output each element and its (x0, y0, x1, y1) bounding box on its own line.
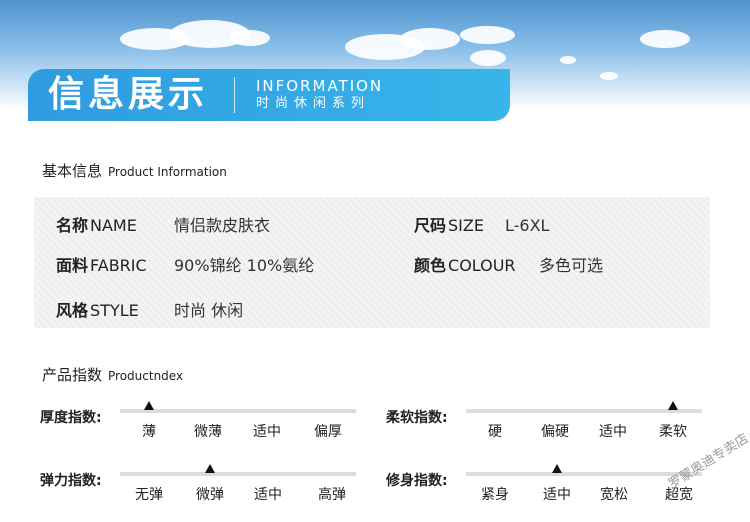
index-option: 薄 (142, 424, 156, 440)
banner-title: 信息展示 (48, 74, 209, 115)
index-option: 偏厚 (314, 424, 342, 440)
index-option: 适中 (599, 424, 627, 440)
basic-info-title-cn: 基本信息 (42, 162, 103, 180)
index-option: 偏硬 (541, 424, 569, 440)
cloud-decoration (640, 30, 690, 48)
index-option: 微薄 (194, 424, 222, 440)
index-scale-bar (120, 409, 356, 413)
cloud-decoration (230, 30, 270, 46)
index-marker-icon (205, 464, 215, 473)
index-scale-bar (466, 409, 702, 413)
name-value: 情侣款皮肤衣 (174, 216, 271, 235)
index-option: 适中 (254, 487, 282, 503)
product-index-title: 产品指数 Productndex (42, 364, 183, 385)
index-option: 适中 (543, 487, 571, 503)
cloud-decoration (470, 50, 506, 66)
basic-info-panel: 名称 NAME 情侣款皮肤衣 尺码 SIZE L-6XL 面料 FABRIC 90%锦… (34, 197, 710, 328)
info-banner: 信息展示 INFORMATION 时尚休闲系列 (28, 69, 510, 121)
style-value: 时尚 休闲 (174, 301, 244, 320)
cloud-decoration (560, 56, 576, 64)
index-option: 适中 (253, 424, 281, 440)
name-label: 名称 NAME (56, 216, 137, 235)
cloud-decoration (600, 72, 618, 80)
index-label: 柔软指数: (386, 410, 448, 426)
banner-divider (234, 77, 235, 113)
banner-subtitle-en: INFORMATION (256, 77, 384, 95)
basic-info-title: 基本信息 Product Information (42, 160, 227, 181)
index-option: 宽松 (600, 487, 628, 503)
index-option: 柔软 (659, 424, 687, 440)
index-marker-icon (668, 401, 678, 410)
index-option: 高弹 (318, 487, 346, 503)
index-marker-icon (144, 401, 154, 410)
style-label: 风格 STYLE (56, 301, 139, 320)
cloud-decoration (460, 26, 515, 44)
index-scale-bar (120, 472, 356, 476)
color-value: 多色可选 (539, 256, 604, 275)
index-option: 硬 (488, 424, 502, 440)
cloud-decoration (400, 28, 460, 50)
basic-info-title-en: Product Information (108, 165, 227, 179)
index-label: 厚度指数: (40, 410, 102, 426)
index-label: 弹力指数: (40, 473, 102, 489)
color-label: 颜色 COLOUR (414, 256, 516, 275)
fabric-value: 90%锦纶 10%氨纶 (174, 256, 315, 275)
size-value: L-6XL (505, 216, 550, 235)
fabric-label: 面料 FABRIC (56, 256, 147, 275)
index-label: 修身指数: (386, 473, 448, 489)
index-option: 无弹 (135, 487, 163, 503)
index-option: 紧身 (481, 487, 509, 503)
product-index-title-en: Productndex (108, 369, 184, 383)
index-option: 微弹 (196, 487, 224, 503)
size-label: 尺码 SIZE (414, 216, 484, 235)
index-marker-icon (552, 464, 562, 473)
product-index-title-cn: 产品指数 (42, 366, 103, 384)
banner-subtitle-cn: 时尚休闲系列 (256, 96, 371, 111)
